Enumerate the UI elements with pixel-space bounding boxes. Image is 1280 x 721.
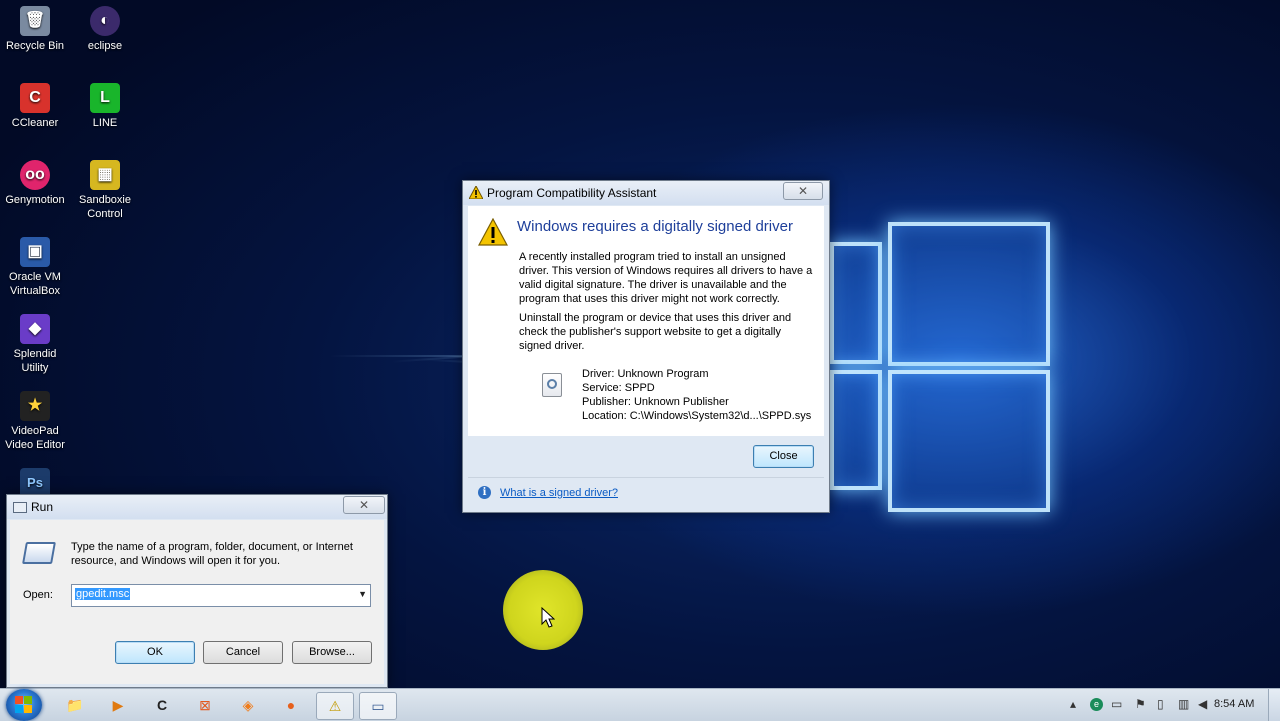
cancel-button[interactable]: Cancel (203, 641, 283, 664)
driver-name: Driver: Unknown Program (582, 368, 709, 380)
firefox-icon: ● (286, 697, 296, 713)
media-player-icon: ▶ (112, 696, 124, 713)
desktop-icon-genymotion[interactable]: oo Genymotion (0, 160, 70, 207)
xampp-icon: ⊠ (199, 696, 211, 713)
run-titlebar[interactable]: Run ✕ (7, 495, 387, 519)
pca-footer: i What is a signed driver? (468, 477, 824, 506)
chevron-down-icon[interactable]: ▼ (358, 589, 367, 599)
desktop-icon-videopad[interactable]: ★ VideoPad Video Editor (0, 391, 70, 452)
taskbar: 📁 ▶ C ⊠ ◈ ● ⚠ ▭ ▴ e ▭ ⚑ ▯ ▥ ◀ 8:54 AM (0, 688, 1280, 721)
mouse-pointer-icon (541, 607, 555, 628)
taskbar-ccleaner-button[interactable]: C (144, 692, 180, 718)
desktop-icon-label: Sandboxie Control (79, 194, 131, 220)
desktop-icon-line[interactable]: L LINE (70, 83, 140, 130)
taskbar-run-button[interactable]: ▭ (359, 692, 397, 720)
pca-titlebar[interactable]: Program Compatibility Assistant ✕ (463, 181, 829, 205)
signed-driver-help-link[interactable]: What is a signed driver? (500, 487, 618, 499)
app-icon: ◈ (242, 696, 254, 713)
run-icon: ▭ (371, 697, 385, 714)
desktop-icon-label: eclipse (87, 40, 123, 52)
run-content: Type the name of a program, folder, docu… (10, 520, 384, 684)
clock[interactable]: 8:54 AM (1214, 698, 1254, 710)
tray-app-icon[interactable]: e (1090, 698, 1103, 711)
taskbar-explorer-button[interactable]: 📁 (57, 692, 93, 718)
desktop-icon-label: Genymotion (5, 194, 65, 206)
warning-icon: ⚠ (328, 697, 342, 714)
recycle-bin-icon: 🗑 (20, 6, 50, 36)
run-title: Run (31, 500, 54, 514)
sandboxie-icon: ▦ (90, 160, 120, 190)
ok-button[interactable]: OK (115, 641, 195, 664)
desktop-icon-splendid[interactable]: ◆ Splendid Utility (0, 314, 70, 375)
action-center-flag-icon[interactable]: ⚑ (1135, 697, 1146, 711)
pca-heading: Windows requires a digitally signed driv… (517, 218, 793, 235)
desktop-icon-label: Oracle VM VirtualBox (9, 271, 61, 297)
driver-service: Service: SPPD (582, 382, 655, 394)
windows-logo-icon (15, 696, 32, 713)
run-program-icon (22, 542, 56, 564)
pca-close-x-button[interactable]: ✕ (783, 182, 823, 200)
ccleaner-icon: C (156, 697, 168, 713)
tray-monitor-icon[interactable]: ▭ (1111, 697, 1122, 711)
driver-publisher: Publisher: Unknown Publisher (582, 396, 729, 408)
driver-details: Driver: Unknown Program Service: SPPD Pu… (582, 367, 811, 423)
taskbar-firefox-button[interactable]: ● (273, 692, 309, 718)
desktop-icon-label: Splendid Utility (13, 348, 57, 374)
driver-file-icon (542, 373, 562, 397)
desktop-icon-virtualbox[interactable]: ▣ Oracle VM VirtualBox (0, 237, 70, 298)
virtualbox-icon: ▣ (20, 237, 50, 267)
pca-title: Program Compatibility Assistant (487, 186, 657, 200)
wallpaper-logo-pane (888, 222, 1050, 366)
ccleaner-icon: C (20, 83, 50, 113)
wallpaper-logo-pane (830, 370, 882, 490)
show-desktop-button[interactable] (1268, 689, 1280, 721)
pca-close-button[interactable]: Close (753, 445, 814, 468)
desktop-icon-label: CCleaner (11, 117, 59, 129)
show-hidden-icons-button[interactable]: ▴ (1070, 697, 1076, 711)
desktop-icon-label: VideoPad Video Editor (5, 425, 65, 451)
wallpaper-logo-pane (888, 370, 1050, 512)
start-button[interactable] (6, 689, 42, 721)
pca-dialog: Program Compatibility Assistant ✕ Window… (462, 180, 830, 513)
warning-large-icon (478, 218, 508, 246)
pca-paragraph-2: Uninstall the program or device that use… (519, 312, 792, 352)
taskbar-xampp-button[interactable]: ⊠ (187, 692, 223, 718)
desktop-icon-recycle-bin[interactable]: 🗑 Recycle Bin (0, 6, 70, 53)
browse-button[interactable]: Browse... (292, 641, 372, 664)
driver-location: Location: C:\Windows\System32\d...\SPPD.… (582, 410, 812, 422)
taskbar-app-button[interactable]: ◈ (230, 692, 266, 718)
taskbar-media-player-button[interactable]: ▶ (100, 692, 136, 718)
volume-icon[interactable]: ◀ (1198, 697, 1207, 711)
pca-paragraph-1: A recently installed program tried to in… (519, 251, 813, 305)
run-dialog: Run ✕ Type the name of a program, folder… (6, 494, 388, 688)
genymotion-icon: oo (20, 160, 50, 190)
open-label: Open: (23, 589, 53, 601)
desktop-icon-ccleaner[interactable]: C CCleaner (0, 83, 70, 130)
run-window-icon (13, 502, 27, 513)
splendid-icon: ◆ (20, 314, 50, 344)
network-icon[interactable]: ▥ (1178, 697, 1189, 711)
desktop-icon-label: Recycle Bin (5, 40, 65, 52)
explorer-icon: 📁 (66, 696, 84, 713)
info-icon: i (478, 486, 491, 499)
eclipse-icon: ◐ (90, 6, 120, 36)
run-description: Type the name of a program, folder, docu… (71, 541, 353, 567)
warning-icon (469, 186, 483, 199)
wallpaper-logo-pane (830, 242, 882, 364)
run-close-x-button[interactable]: ✕ (343, 496, 385, 514)
taskbar-pca-button[interactable]: ⚠ (316, 692, 354, 720)
open-input[interactable]: gpedit.msc (75, 588, 131, 600)
pca-content: Windows requires a digitally signed driv… (468, 206, 824, 436)
open-combobox[interactable]: gpedit.msc ▼ (71, 584, 371, 607)
desktop-icon-eclipse[interactable]: ◐ eclipse (70, 6, 140, 53)
desktop-icon-label: LINE (92, 117, 118, 129)
desktop-icon-sandboxie[interactable]: ▦ Sandboxie Control (70, 160, 140, 221)
line-icon: L (90, 83, 120, 113)
desktop: 🗑 Recycle Bin ◐ eclipse C CCleaner L LIN… (0, 0, 1280, 688)
videopad-icon: ★ (20, 391, 50, 421)
battery-icon[interactable]: ▯ (1157, 697, 1164, 711)
